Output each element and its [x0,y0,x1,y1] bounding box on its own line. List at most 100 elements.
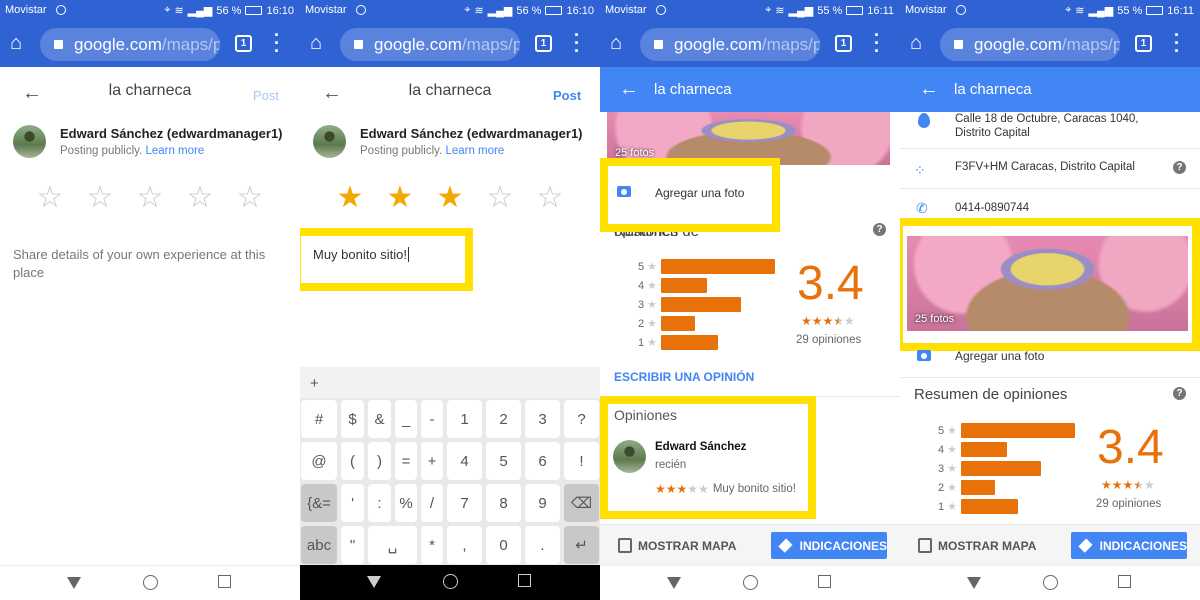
learn-more-link[interactable]: Learn more [445,145,504,157]
key[interactable]: 6 [525,442,560,480]
learn-more-link[interactable]: Learn more [145,145,204,157]
home-icon[interactable]: ⌂ [610,32,622,55]
key[interactable]: 2 [486,400,521,438]
reviews-count[interactable]: 29 opiniones [796,334,861,346]
key[interactable]: 9 [525,484,560,522]
more-menu-icon[interactable]: · · · [1174,26,1180,60]
back-nav-icon[interactable] [667,577,681,589]
more-menu-icon[interactable]: · · · [574,26,580,60]
recents-nav-icon[interactable] [518,574,531,587]
key[interactable]: * [421,526,443,564]
key[interactable]: ' [341,484,364,522]
star-5[interactable]: ☆ [525,180,575,215]
tab-switcher-button[interactable]: 1 [1135,35,1152,52]
key[interactable]: ! [564,442,599,480]
key[interactable]: 8 [486,484,521,522]
key[interactable]: 4 [447,442,482,480]
recents-nav-icon[interactable] [218,575,231,588]
key[interactable]: / [421,484,443,522]
back-nav-icon[interactable] [967,577,981,589]
recents-nav-icon[interactable] [818,575,831,588]
star-3[interactable]: ☆ [125,180,175,215]
star-rating[interactable]: ★ ★ ★ ☆ ☆ [325,180,575,215]
tab-switcher-button[interactable]: 1 [835,35,852,52]
plus-code[interactable]: F3FV+HM Caracas, Distrito Capital [955,161,1135,173]
home-nav-icon[interactable] [1043,575,1058,590]
more-menu-icon[interactable]: · · · [274,26,280,60]
star-3[interactable]: ★ [425,180,475,215]
star-4[interactable]: ☆ [175,180,225,215]
key[interactable]: ( [341,442,364,480]
key[interactable]: $ [341,400,364,438]
reviews-count[interactable]: 29 opiniones [1096,498,1161,510]
post-button[interactable]: Post [553,88,581,103]
home-nav-icon[interactable] [443,574,458,589]
address-bar[interactable]: google.com/maps/p [340,28,520,61]
phone-number[interactable]: 0414-0890744 [955,202,1029,214]
address-bar[interactable]: google.com/maps/p [40,28,220,61]
key[interactable]: abc [301,526,337,564]
home-nav-icon[interactable] [743,575,758,590]
keyboard-suggestion[interactable]: + [300,367,600,398]
key[interactable]: 0 [486,526,521,564]
star-5[interactable]: ☆ [225,180,275,215]
recents-nav-icon[interactable] [1118,575,1131,588]
address-bar[interactable]: google.com/maps/p [640,28,820,61]
key[interactable]: " [341,526,364,564]
key[interactable]: 3 [525,400,560,438]
key[interactable]: ⌫ [564,484,599,522]
key[interactable]: + [421,442,443,480]
star-rating[interactable]: ☆ ☆ ☆ ☆ ☆ [25,180,275,215]
help-icon[interactable]: ? [1173,387,1186,400]
key[interactable]: _ [395,400,417,438]
help-icon[interactable]: ? [873,223,886,236]
star-1[interactable]: ☆ [25,180,75,215]
show-map-button[interactable]: MOSTRAR MAPA [918,538,1036,553]
star-4[interactable]: ☆ [475,180,525,215]
key[interactable]: # [301,400,337,438]
space-key[interactable]: ␣ [368,526,417,564]
review-text-placeholder[interactable]: Share details of your own experience at … [13,246,285,282]
key[interactable]: . [525,526,560,564]
reviewer-name[interactable]: Edward Sánchez [655,441,746,453]
directions-button[interactable]: INDICACIONES [771,532,887,559]
back-arrow-icon[interactable]: ← [619,78,639,101]
show-map-button[interactable]: MOSTRAR MAPA [618,538,736,553]
back-arrow-icon[interactable]: ← [919,78,939,101]
star-2[interactable]: ☆ [75,180,125,215]
write-review-button[interactable]: ESCRIBIR UNA OPINIÓN [614,370,754,384]
key[interactable]: 1 [447,400,482,438]
key[interactable]: & [368,400,391,438]
address[interactable]: Calle 18 de Octubre, Caracas 1040, Distr… [955,112,1175,140]
more-menu-icon[interactable]: · · · [874,26,880,60]
key[interactable]: - [421,400,443,438]
home-icon[interactable]: ⌂ [10,32,22,55]
review-text-input[interactable]: Muy bonito sitio! [300,228,473,291]
add-photo-button[interactable]: Agregar una foto [600,158,780,232]
back-nav-icon[interactable] [367,576,381,588]
key[interactable]: {&= [301,484,337,522]
tab-switcher-button[interactable]: 1 [535,35,552,52]
key[interactable]: : [368,484,391,522]
key[interactable]: % [395,484,417,522]
home-icon[interactable]: ⌂ [310,32,322,55]
post-button[interactable]: Post [253,88,279,103]
place-photo[interactable]: 25 fotos [907,236,1188,331]
key[interactable]: 5 [486,442,521,480]
star-1[interactable]: ★ [325,180,375,215]
key[interactable]: ↵ [564,526,599,564]
key[interactable]: ? [564,400,599,438]
tab-switcher-button[interactable]: 1 [235,35,252,52]
key[interactable]: ) [368,442,391,480]
star-2[interactable]: ★ [375,180,425,215]
directions-button[interactable]: INDICACIONES [1071,532,1187,559]
key[interactable]: @ [301,442,337,480]
home-nav-icon[interactable] [143,575,158,590]
key[interactable]: = [395,442,417,480]
key[interactable]: , [447,526,482,564]
help-icon[interactable]: ? [1173,161,1186,174]
home-icon[interactable]: ⌂ [910,32,922,55]
back-nav-icon[interactable] [67,577,81,589]
address-bar[interactable]: google.com/maps/p [940,28,1120,61]
add-photo-button[interactable]: Agregar una foto [955,349,1044,363]
